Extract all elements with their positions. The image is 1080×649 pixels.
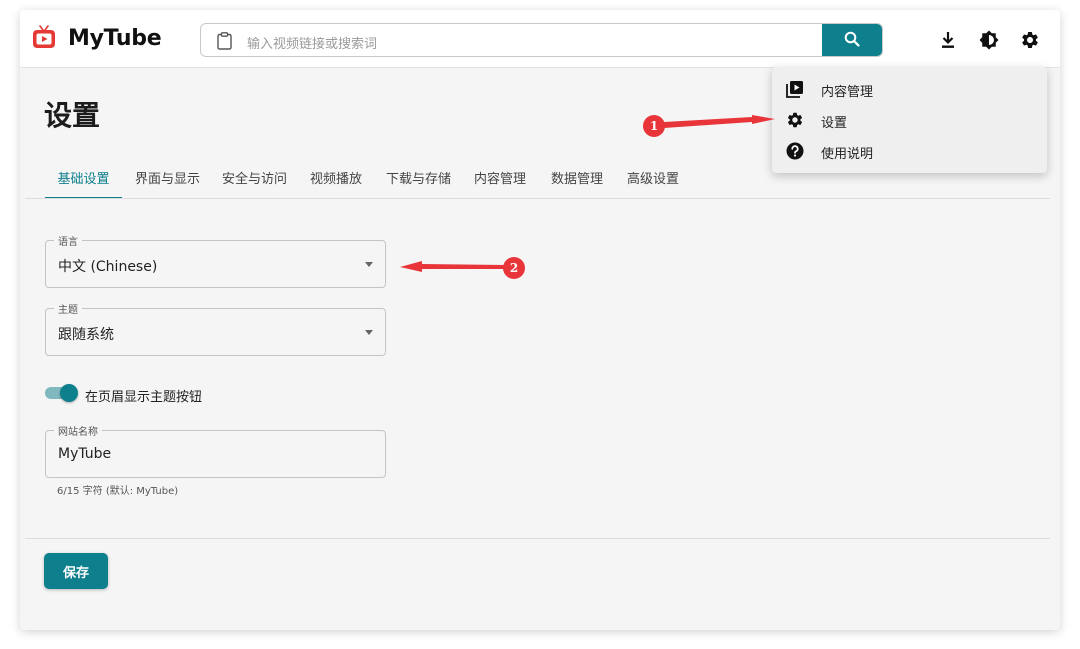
page-title: 设置 bbox=[44, 99, 101, 132]
menu-item-content-management[interactable]: 内容管理 bbox=[772, 74, 1047, 104]
search-icon bbox=[844, 31, 860, 51]
chevron-down-icon bbox=[365, 330, 373, 335]
save-button[interactable]: 保存 bbox=[44, 553, 108, 589]
header-theme-toggle-label: 在页眉显示主题按钮 bbox=[85, 390, 203, 405]
footer-divider bbox=[25, 538, 1050, 539]
site-name-input[interactable]: MyTube bbox=[58, 446, 111, 462]
app-header: MyTube 输入视频链接或搜索词 bbox=[20, 10, 1060, 68]
theme-toggle-icon[interactable] bbox=[978, 29, 1000, 51]
menu-item-label: 使用说明 bbox=[821, 147, 874, 162]
tab-security-access[interactable]: 安全与访问 bbox=[222, 168, 287, 199]
language-value: 中文 (Chinese) bbox=[58, 259, 158, 275]
search-button[interactable] bbox=[822, 24, 882, 56]
tab-advanced-settings[interactable]: 高级设置 bbox=[627, 168, 679, 199]
search-input[interactable]: 输入视频链接或搜索词 bbox=[247, 33, 377, 52]
gear-icon bbox=[786, 111, 804, 129]
menu-item-label: 设置 bbox=[821, 116, 848, 131]
menu-item-help[interactable]: 使用说明 bbox=[772, 136, 1047, 166]
app-window: MyTube 输入视频链接或搜索词 设置 基础设置 界面与显示 安全与访问 视频… bbox=[20, 10, 1060, 630]
tab-video-playback[interactable]: 视频播放 bbox=[310, 168, 362, 199]
annotation-badge-2: 2 bbox=[503, 257, 525, 279]
language-select[interactable]: 语言 中文 (Chinese) bbox=[45, 233, 386, 288]
app-name[interactable]: MyTube bbox=[68, 26, 162, 51]
video-library-icon bbox=[786, 80, 804, 98]
tab-content-management[interactable]: 内容管理 bbox=[474, 168, 526, 199]
site-name-label: 网站名称 bbox=[54, 423, 102, 438]
clipboard-icon[interactable] bbox=[217, 32, 232, 50]
theme-select[interactable]: 主题 跟随系统 bbox=[45, 301, 386, 356]
settings-gear-icon[interactable] bbox=[1019, 29, 1041, 51]
search-bar: 输入视频链接或搜索词 bbox=[200, 23, 883, 57]
language-label: 语言 bbox=[54, 233, 82, 248]
site-name-helper-text: 6/15 字符 (默认: MyTube) bbox=[57, 486, 179, 497]
menu-item-settings[interactable]: 设置 bbox=[772, 105, 1047, 135]
tab-data-management[interactable]: 数据管理 bbox=[551, 168, 603, 199]
annotation-badge-1: 1 bbox=[643, 115, 665, 137]
header-theme-toggle[interactable] bbox=[45, 384, 78, 402]
mytube-logo-icon[interactable] bbox=[32, 25, 56, 49]
site-name-field[interactable]: 网站名称 MyTube bbox=[45, 423, 386, 478]
menu-item-label: 内容管理 bbox=[821, 85, 874, 100]
theme-value: 跟随系统 bbox=[58, 327, 114, 343]
toggle-knob bbox=[60, 384, 78, 402]
settings-dropdown-menu: 内容管理 设置 使用说明 bbox=[772, 67, 1047, 173]
help-icon bbox=[786, 142, 804, 160]
tab-basic-settings[interactable]: 基础设置 bbox=[45, 168, 122, 199]
tab-download-storage[interactable]: 下载与存储 bbox=[386, 168, 451, 199]
download-icon[interactable] bbox=[937, 29, 959, 51]
tabs-divider bbox=[25, 198, 1050, 199]
chevron-down-icon bbox=[365, 262, 373, 267]
tab-interface-display[interactable]: 界面与显示 bbox=[135, 168, 200, 199]
theme-label: 主题 bbox=[54, 301, 82, 316]
